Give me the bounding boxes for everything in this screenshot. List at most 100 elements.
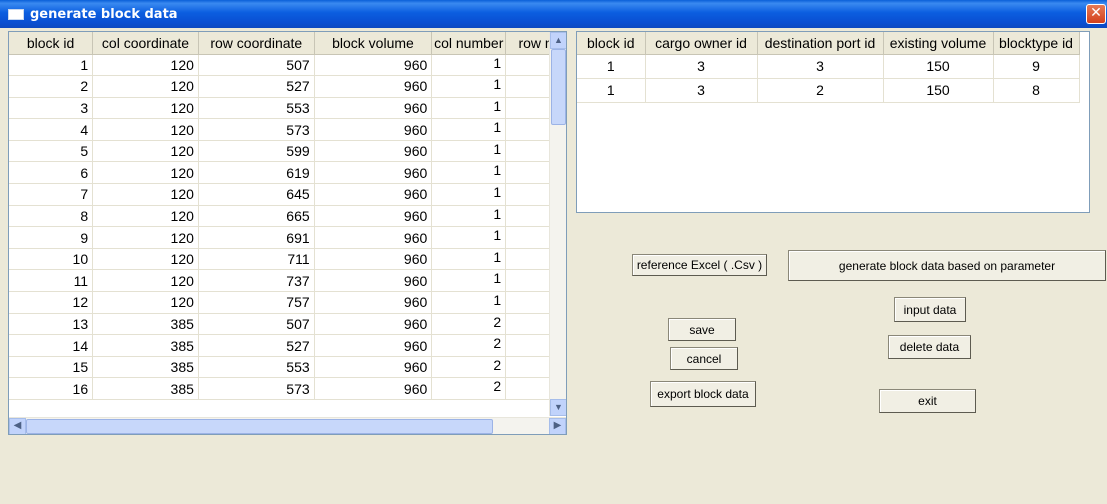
table-cell[interactable]: 8 (993, 78, 1080, 103)
block-column-header[interactable]: row coordinate (198, 32, 315, 55)
table-cell[interactable]: 120 (92, 291, 199, 314)
table-cell[interactable]: 8 (9, 205, 94, 228)
table-cell[interactable]: 757 (198, 291, 315, 314)
scroll-down-icon[interactable]: ▼ (550, 399, 566, 416)
table-row[interactable]: 8 120 665 960 1 (9, 205, 566, 228)
table-cell[interactable]: 1 (577, 54, 646, 79)
table-cell[interactable]: 1 (431, 205, 507, 228)
table-cell[interactable]: 960 (314, 75, 433, 98)
table-cell[interactable]: 619 (198, 161, 315, 185)
table-cell[interactable]: 1 (431, 97, 507, 120)
table-cell[interactable]: 573 (198, 118, 315, 141)
table-cell[interactable]: 573 (198, 377, 315, 400)
table-cell[interactable]: 553 (198, 97, 315, 120)
title-bar[interactable]: generate block data ✕ (0, 0, 1107, 28)
table-cell[interactable]: 960 (314, 226, 433, 249)
vertical-scrollbar[interactable]: ▲ ▼ (549, 32, 566, 416)
table-cell[interactable]: 9 (9, 226, 94, 249)
vertical-scroll-thumb[interactable] (551, 49, 566, 125)
table-cell[interactable]: 6 (9, 161, 94, 185)
export-block-data-button[interactable]: export block data (650, 381, 756, 407)
delete-data-button[interactable]: delete data (888, 335, 971, 359)
table-cell[interactable]: 2 (431, 356, 507, 379)
table-cell[interactable]: 120 (92, 97, 199, 120)
table-row[interactable]: 9 120 691 960 1 (9, 226, 566, 249)
table-cell[interactable]: 120 (92, 205, 199, 228)
scroll-right-icon[interactable]: ▶ (549, 418, 566, 434)
table-cell[interactable]: 960 (314, 377, 433, 400)
table-cell[interactable]: 960 (314, 334, 433, 357)
table-cell[interactable]: 960 (314, 291, 433, 314)
table-cell[interactable]: 385 (92, 334, 199, 357)
table-cell[interactable]: 960 (314, 161, 433, 185)
input-data-button[interactable]: input data (894, 297, 966, 322)
cargo-column-header[interactable]: destination port id (757, 32, 884, 55)
table-cell[interactable]: 1 (431, 161, 507, 185)
table-cell[interactable]: 1 (577, 78, 646, 103)
table-cell[interactable]: 1 (431, 248, 507, 271)
table-cell[interactable]: 2 (431, 334, 507, 357)
table-cell[interactable]: 12 (9, 291, 94, 314)
table-row[interactable]: 7 120 645 960 1 (9, 183, 566, 206)
table-cell[interactable]: 3 (645, 78, 758, 103)
save-button[interactable]: save (668, 318, 736, 341)
block-column-header[interactable]: block id (9, 32, 94, 55)
table-cell[interactable]: 120 (92, 226, 199, 249)
table-row[interactable]: 10 120 711 960 1 (9, 248, 566, 271)
reference-excel-button[interactable]: reference Excel ( .Csv ) (632, 254, 767, 276)
table-cell[interactable]: 1 (431, 269, 507, 293)
table-cell[interactable]: 14 (9, 334, 94, 357)
table-row[interactable]: 12 120 757 960 1 (9, 291, 566, 314)
cargo-column-header[interactable]: block id (577, 32, 646, 55)
block-grid[interactable]: block id col coordinate row coordinate bloc… (8, 31, 567, 435)
table-row[interactable]: 16 385 573 960 2 (9, 377, 566, 400)
table-row[interactable]: 1 3 3 150 9 (577, 54, 1080, 79)
cargo-column-header[interactable]: cargo owner id (645, 32, 758, 55)
table-cell[interactable]: 9 (993, 54, 1080, 79)
table-cell[interactable]: 1 (431, 75, 507, 98)
table-row[interactable]: 11 120 737 960 1 (9, 269, 566, 293)
close-icon[interactable]: ✕ (1086, 4, 1106, 24)
table-cell[interactable]: 507 (198, 54, 315, 77)
table-cell[interactable]: 960 (314, 118, 433, 141)
table-cell[interactable]: 385 (92, 377, 199, 400)
table-row[interactable]: 15 385 553 960 2 (9, 356, 566, 379)
table-cell[interactable]: 1 (431, 118, 507, 141)
horizontal-scrollbar[interactable]: ◀ ▶ (9, 417, 566, 434)
table-cell[interactable]: 711 (198, 248, 315, 271)
cancel-button[interactable]: cancel (670, 347, 738, 370)
table-cell[interactable]: 1 (431, 291, 507, 314)
table-cell[interactable]: 1 (431, 183, 507, 206)
horizontal-scroll-thumb[interactable] (26, 419, 493, 434)
table-cell[interactable]: 599 (198, 140, 315, 163)
table-cell[interactable]: 16 (9, 377, 94, 400)
exit-button[interactable]: exit (879, 389, 976, 413)
table-cell[interactable]: 150 (883, 54, 994, 79)
table-cell[interactable]: 120 (92, 183, 199, 206)
table-cell[interactable]: 960 (314, 313, 433, 336)
table-cell[interactable]: 11 (9, 269, 94, 293)
table-cell[interactable]: 960 (314, 140, 433, 163)
table-cell[interactable]: 120 (92, 140, 199, 163)
table-cell[interactable]: 1 (431, 54, 507, 77)
table-cell[interactable]: 120 (92, 54, 199, 77)
table-row[interactable]: 1 120 507 960 1 (9, 54, 566, 77)
table-cell[interactable]: 15 (9, 356, 94, 379)
table-cell[interactable]: 960 (314, 54, 433, 77)
table-cell[interactable]: 1 (9, 54, 94, 77)
table-cell[interactable]: 7 (9, 183, 94, 206)
table-cell[interactable]: 960 (314, 356, 433, 379)
cargo-column-header[interactable]: existing volume (883, 32, 994, 55)
table-cell[interactable]: 2 (431, 313, 507, 336)
table-cell[interactable]: 3 (757, 54, 884, 79)
block-column-header[interactable]: col number (431, 32, 507, 55)
table-cell[interactable]: 527 (198, 334, 315, 357)
block-column-header[interactable]: block volume (314, 32, 433, 55)
block-column-header[interactable]: col coordinate (92, 32, 199, 55)
table-cell[interactable]: 527 (198, 75, 315, 98)
table-row[interactable]: 14 385 527 960 2 (9, 334, 566, 357)
table-cell[interactable]: 960 (314, 248, 433, 271)
table-cell[interactable]: 10 (9, 248, 94, 271)
table-cell[interactable]: 120 (92, 161, 199, 185)
table-cell[interactable]: 960 (314, 269, 433, 293)
